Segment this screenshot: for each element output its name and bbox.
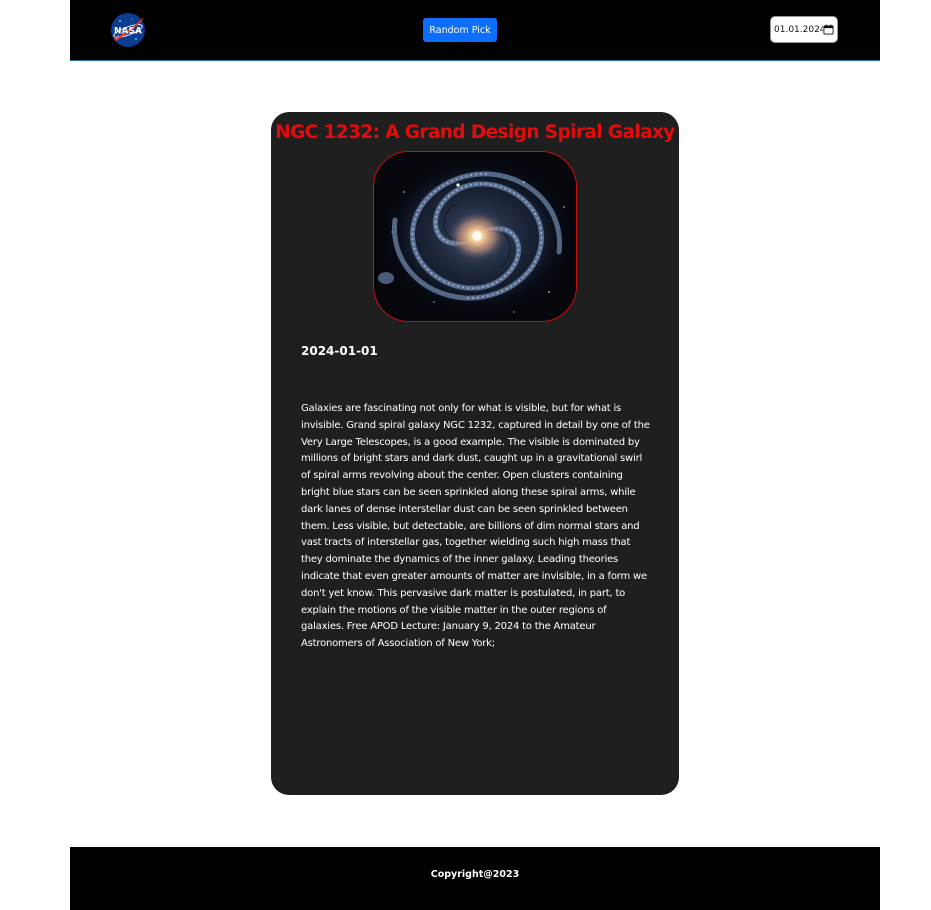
- svg-text:NASA: NASA: [114, 27, 142, 37]
- galaxy-illustration: [374, 152, 576, 321]
- copyright-text: Copyright@2023: [430, 869, 520, 880]
- footer: Copyright@2023: [70, 847, 880, 910]
- top-navbar: NASA Random Pick 01.01.2024: [70, 0, 880, 61]
- calendar-icon[interactable]: [823, 24, 834, 35]
- apod-date: 2024-01-01: [301, 344, 378, 358]
- random-pick-button[interactable]: Random Pick: [423, 18, 497, 42]
- apod-card: NGC 1232: A Grand Design Spiral Galaxy 2…: [271, 112, 679, 795]
- date-picker-input[interactable]: 01.01.2024: [770, 16, 838, 43]
- nasa-logo[interactable]: NASA: [110, 12, 146, 48]
- apod-explanation: Galaxies are fascinating not only for wh…: [301, 403, 650, 650]
- date-picker-value[interactable]: 01.01.2024: [774, 25, 823, 35]
- spiral-galaxy-image: [373, 151, 577, 322]
- apod-title: NGC 1232: A Grand Design Spiral Galaxy: [275, 122, 675, 143]
